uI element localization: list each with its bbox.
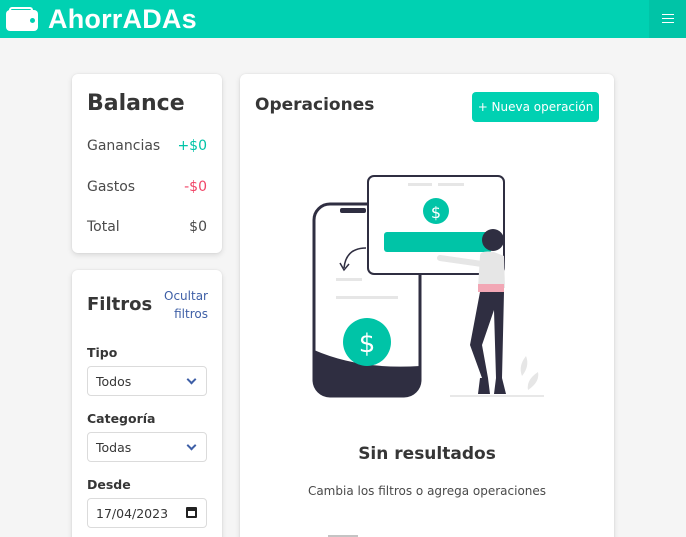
no-results-title: Sin resultados [358, 444, 496, 464]
category-label: Categoría [87, 411, 156, 426]
category-selected-value: Todas [96, 439, 132, 455]
card-line [408, 183, 432, 186]
plant-leaf [527, 372, 539, 390]
calendar-icon[interactable] [186, 507, 197, 518]
person-head [482, 229, 504, 251]
filters-card: Filtros Ocultar filtros Tipo Todos Categ… [72, 270, 222, 537]
chevron-down-icon [186, 374, 197, 385]
total-label: Total [87, 219, 120, 235]
card-line [438, 183, 464, 186]
wallet-icon [6, 7, 38, 31]
hide-filters-line-1: Ocultar [164, 289, 208, 303]
type-selected-value: Todos [96, 373, 132, 389]
brand-title: AhorrADAs [48, 3, 197, 34]
operations-card: Operaciones + Nueva operación $ $ Sin re… [240, 74, 614, 537]
hide-filters-link[interactable]: Ocultar filtros [164, 287, 208, 323]
balance-row-total: Total $0 [87, 219, 207, 235]
hamburger-menu-icon[interactable] [649, 0, 686, 38]
navbar: AhorrADAs [0, 0, 686, 38]
total-value: $0 [189, 219, 207, 235]
new-operation-button[interactable]: + Nueva operación [472, 92, 599, 122]
dollar-sign: $ [359, 329, 376, 359]
empty-state-illustration: $ $ [312, 175, 544, 398]
hide-filters-line-2: filtros [174, 307, 208, 321]
brand-link[interactable]: AhorrADAs [6, 0, 197, 38]
chevron-down-icon [186, 440, 197, 451]
balance-row-earnings: Ganancias +$0 [87, 138, 207, 154]
expenses-label: Gastos [87, 179, 136, 195]
dollar-sign: $ [431, 203, 441, 222]
balance-title: Balance [87, 91, 185, 116]
phone-line [336, 278, 362, 281]
phone-line [336, 296, 398, 299]
from-date-value: 17/04/2023 [96, 505, 169, 521]
person-shirt [478, 251, 505, 288]
type-select[interactable]: Todos [87, 366, 207, 396]
balance-row-expenses: Gastos -$0 [87, 179, 207, 195]
operations-title: Operaciones [255, 95, 375, 115]
category-select[interactable]: Todas [87, 432, 207, 462]
filters-title: Filtros [87, 294, 153, 315]
person-waist [478, 284, 504, 292]
phone-notch [340, 208, 366, 213]
type-label: Tipo [87, 345, 118, 360]
expenses-value: -$0 [184, 179, 207, 195]
person-legs [470, 292, 504, 378]
plant-leaf [520, 356, 528, 376]
card-bar [384, 232, 492, 252]
from-date-input[interactable]: 17/04/2023 [87, 498, 207, 528]
balance-card: Balance Ganancias +$0 Gastos -$0 Total $… [72, 74, 222, 253]
person-shoes [478, 378, 506, 394]
from-date-label: Desde [87, 477, 131, 492]
earnings-value: +$0 [177, 138, 207, 154]
no-results-hint: Cambia los filtros o agrega operaciones [307, 484, 547, 498]
earnings-label: Ganancias [87, 138, 161, 154]
